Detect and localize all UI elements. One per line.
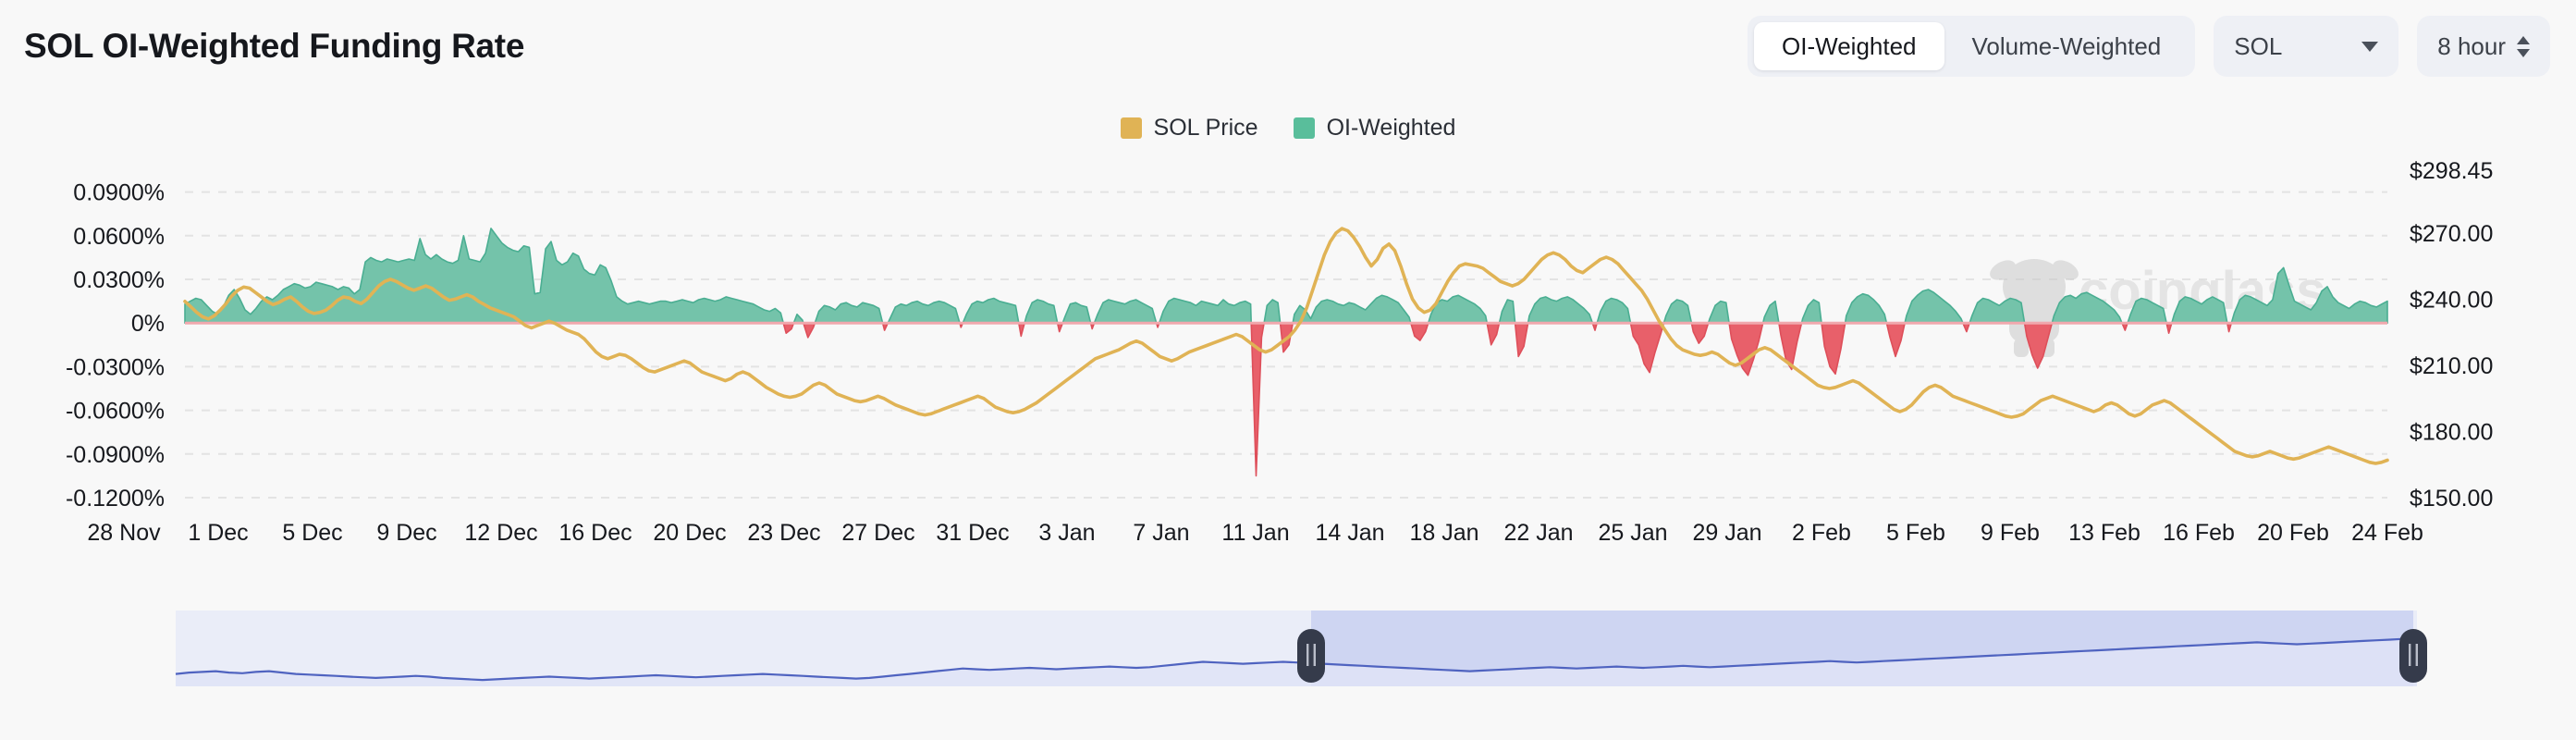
funding-area-negative <box>1411 323 1429 340</box>
funding-area-positive <box>1709 302 1730 324</box>
funding-area-positive <box>1159 299 1252 324</box>
x-axis-tick: 3 Jan <box>1038 520 1095 546</box>
funding-area-positive <box>1905 290 1963 323</box>
x-axis-tick: 20 Feb <box>2257 520 2329 546</box>
x-axis-tick: 16 Dec <box>558 520 632 546</box>
interval-stepper-value: 8 hour <box>2437 32 2506 61</box>
brush-left-handle[interactable] <box>1297 629 1325 683</box>
x-axis-tick: 9 Feb <box>1981 520 2040 546</box>
x-axis-tick: 16 Feb <box>2163 520 2235 546</box>
funding-area-positive <box>1528 297 1593 323</box>
funding-area-negative <box>1886 323 1905 356</box>
funding-area-negative <box>1631 323 1664 373</box>
legend-label-sol-price: SOL Price <box>1154 115 1258 142</box>
y-axis-right-tick: $150.00 <box>2410 486 2493 512</box>
funding-area-positive <box>815 302 882 323</box>
y-axis-left-tick: 0.0300% <box>73 267 165 293</box>
weighting-toggle-group[interactable]: OI-Weighted Volume-Weighted <box>1748 16 2195 77</box>
x-axis-tick: 7 Jan <box>1133 520 1189 546</box>
x-axis-tick: 28 Nov <box>87 520 161 546</box>
funding-area-positive <box>1062 302 1090 323</box>
y-axis-right-tick: $298.45 <box>2410 158 2493 184</box>
funding-area-negative <box>803 323 815 338</box>
y-axis-left-tick: 0% <box>131 311 165 337</box>
y-axis-right-tick: $240.00 <box>2410 287 2493 313</box>
range-selector-chart[interactable] <box>0 601 2576 722</box>
funding-area-positive <box>963 299 1019 324</box>
x-axis-tick: 13 Feb <box>2068 520 2141 546</box>
x-axis-tick: 24 Feb <box>2351 520 2423 546</box>
funding-area-negative <box>1487 323 1499 345</box>
funding-area-positive <box>1500 300 1515 323</box>
tab-volume-weighted[interactable]: Volume-Weighted <box>1944 22 2190 70</box>
x-axis-tick: 2 Feb <box>1792 520 1851 546</box>
x-axis-tick: 14 Jan <box>1315 520 1384 546</box>
range-selector[interactable] <box>0 601 2576 722</box>
funding-area-positive <box>1095 300 1157 323</box>
funding-area-positive <box>1597 299 1630 324</box>
x-axis-tick: 12 Dec <box>464 520 537 546</box>
y-axis-left-tick: 0.0900% <box>73 180 165 206</box>
x-axis-tick: 20 Dec <box>653 520 726 546</box>
interval-stepper[interactable]: 8 hour <box>2417 16 2550 77</box>
funding-area-negative <box>1019 323 1024 336</box>
x-axis-tick: 29 Jan <box>1692 520 1761 546</box>
y-axis-right-tick: $270.00 <box>2410 221 2493 247</box>
funding-area-negative <box>2166 323 2172 333</box>
x-axis-tick: 23 Dec <box>747 520 820 546</box>
asset-select-value: SOL <box>2234 32 2282 61</box>
funding-area-positive <box>185 228 783 323</box>
funding-area-positive <box>1763 302 1779 324</box>
funding-area-positive <box>888 302 960 324</box>
chart-header: SOL OI-Weighted Funding Rate OI-Weighted… <box>0 0 2576 92</box>
funding-rate-chart[interactable]: 0.0900% 0.0600% 0.0300% 0% -0.0300% -0.0600% -… <box>0 157 2576 583</box>
y-axis-left-tick: -0.0300% <box>66 354 165 380</box>
funding-area-negative <box>1822 323 1846 374</box>
funding-area-negative <box>1515 323 1528 356</box>
funding-area-positive <box>1664 300 1692 323</box>
header-controls: OI-Weighted Volume-Weighted SOL 8 hour <box>1748 16 2550 77</box>
funding-area-positive <box>1802 300 1822 323</box>
funding-area-negative <box>1691 323 1708 343</box>
legend-swatch-sol-price <box>1121 117 1142 139</box>
y-axis-right-tick: $210.00 <box>2410 353 2493 379</box>
x-axis-tick: 5 Dec <box>282 520 342 546</box>
legend-swatch-oi-weighted <box>1294 117 1315 139</box>
y-axis-left-tick: -0.0600% <box>66 399 165 425</box>
up-down-arrows-icon <box>2517 36 2530 57</box>
y-axis-left-tick: -0.0900% <box>66 442 165 468</box>
funding-area-positive <box>1969 299 2025 324</box>
y-axis-right-tick: $180.00 <box>2410 419 2493 445</box>
funding-area-positive <box>1264 300 1281 323</box>
x-axis-tick: 27 Dec <box>841 520 914 546</box>
x-axis-tick: 18 Jan <box>1409 520 1478 546</box>
brush-right-handle[interactable] <box>2399 629 2427 683</box>
x-axis-tick: 22 Jan <box>1503 520 1573 546</box>
asset-select[interactable]: SOL <box>2214 16 2398 77</box>
chart-plot-area[interactable]: 0.0900% 0.0600% 0.0300% 0% -0.0300% -0.0600% -… <box>0 157 2576 583</box>
x-axis-tick: 11 Jan <box>1221 520 1289 546</box>
y-axis-left-tick: 0.0600% <box>73 224 165 250</box>
funding-area-positive <box>1846 294 1887 324</box>
x-axis-tick: 1 Dec <box>188 520 248 546</box>
legend-item-oi-weighted[interactable]: OI-Weighted <box>1294 115 1456 142</box>
funding-area-positive <box>1024 300 1058 323</box>
legend-label-oi-weighted: OI-Weighted <box>1327 115 1456 142</box>
y-axis-left-tick: -0.1200% <box>66 486 165 512</box>
page-title: SOL OI-Weighted Funding Rate <box>24 27 524 66</box>
x-axis-tick: 9 Dec <box>376 520 436 546</box>
x-axis-tick: 31 Dec <box>936 520 1009 546</box>
x-axis-tick: 5 Feb <box>1886 520 1945 546</box>
chevron-down-icon <box>2361 42 2378 52</box>
funding-area-negative <box>783 323 793 333</box>
tab-oi-weighted[interactable]: OI-Weighted <box>1754 22 1944 70</box>
chart-legend: SOL Price OI-Weighted <box>0 115 2576 142</box>
x-axis-tick: 25 Jan <box>1598 520 1667 546</box>
legend-item-sol-price[interactable]: SOL Price <box>1121 115 1258 142</box>
